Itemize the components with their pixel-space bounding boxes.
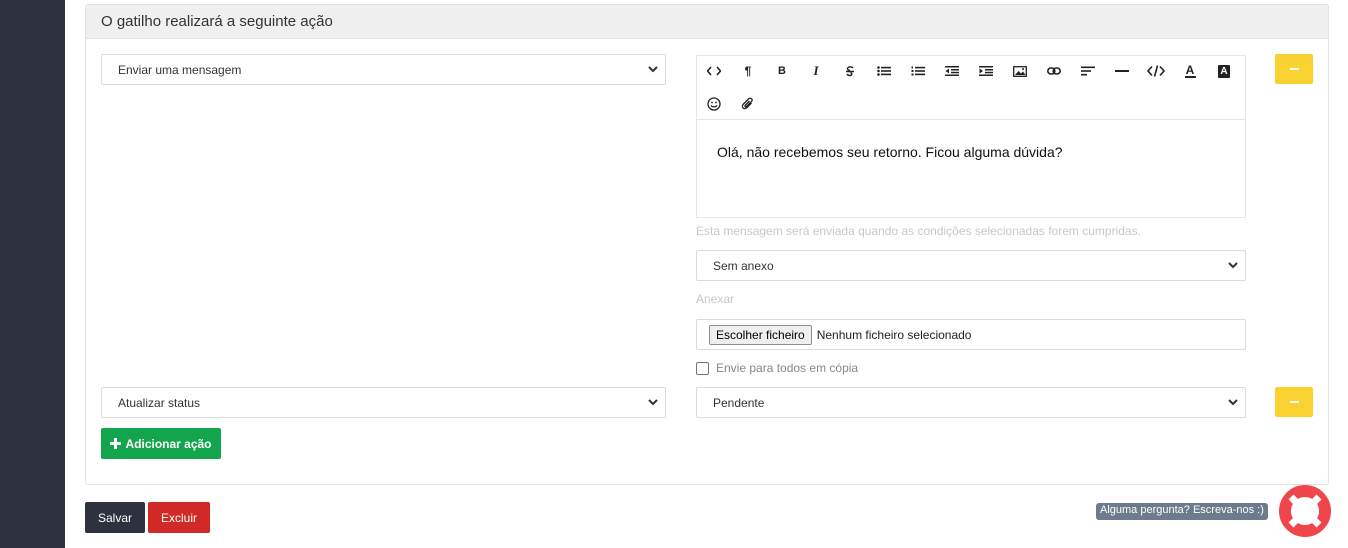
chevron-down-icon — [648, 399, 658, 406]
bold-icon[interactable]: B — [769, 59, 795, 83]
cc-label: Envie para todos em cópia — [716, 361, 859, 375]
image-icon[interactable] — [1007, 59, 1033, 83]
strikethrough-icon[interactable] — [837, 59, 863, 83]
action-type-select[interactable]: Atualizar status — [101, 387, 666, 418]
add-action-button[interactable]: Adicionar ação — [101, 428, 221, 459]
plus-icon — [110, 438, 122, 449]
sidebar — [0, 0, 65, 548]
add-action-label: Adicionar ação — [125, 436, 212, 451]
emoji-icon[interactable] — [701, 92, 727, 116]
paragraph-icon[interactable]: ¶ — [735, 59, 761, 83]
minus-icon — [1289, 401, 1299, 403]
link-icon[interactable] — [1041, 59, 1067, 83]
cc-checkbox[interactable] — [696, 361, 709, 375]
attachment-icon[interactable] — [735, 92, 761, 116]
file-status-text: Nenhum ficheiro selecionado — [816, 327, 972, 342]
trigger-action-card: O gatilho realizará a seguinte ação Envi… — [85, 4, 1329, 485]
status-select[interactable]: Pendente — [696, 387, 1246, 418]
code-view-icon[interactable] — [701, 59, 727, 83]
chevron-down-icon — [1228, 399, 1238, 406]
cc-checkbox-row: Envie para todos em cópia — [696, 361, 858, 375]
highlight-color-icon[interactable]: A — [1211, 59, 1237, 83]
font-color-glyph: A — [1185, 62, 1195, 77]
action-type-select[interactable]: Enviar uma mensagem — [101, 54, 666, 85]
italic-icon[interactable]: I — [803, 59, 829, 83]
attachment-select[interactable]: Sem anexo — [696, 250, 1246, 281]
file-input[interactable]: Escolher ficheiro Nenhum ficheiro seleci… — [696, 319, 1246, 350]
outdent-icon[interactable] — [939, 59, 965, 83]
align-icon[interactable] — [1075, 59, 1101, 83]
chevron-down-icon — [1228, 262, 1238, 269]
remove-action-button[interactable] — [1275, 54, 1313, 84]
horizontal-rule-icon[interactable] — [1109, 59, 1135, 83]
action-type-value: Atualizar status — [118, 396, 201, 410]
remove-action-button[interactable] — [1275, 387, 1313, 417]
ordered-list-icon[interactable] — [905, 59, 931, 83]
choose-file-button[interactable]: Escolher ficheiro — [709, 324, 812, 345]
editor-toolbar: ¶ B I A A — [696, 55, 1246, 121]
action-type-value: Enviar uma mensagem — [118, 63, 242, 77]
indent-icon[interactable] — [973, 59, 999, 83]
message-editor[interactable]: Olá, não recebemos seu retorno. Ficou al… — [696, 119, 1246, 218]
chevron-down-icon — [648, 66, 658, 73]
card-header-title: O gatilho realizará a seguinte ação — [86, 5, 1328, 39]
highlight-glyph: A — [1218, 64, 1230, 78]
status-select-value: Pendente — [713, 396, 765, 410]
code-icon[interactable] — [1143, 59, 1169, 83]
attachment-select-value: Sem anexo — [713, 259, 774, 273]
delete-button[interactable]: Excluir — [148, 502, 210, 533]
message-hint: Esta mensagem será enviada quando as con… — [696, 224, 1141, 238]
save-button[interactable]: Salvar — [85, 502, 145, 533]
help-bubble[interactable]: Alguma pergunta? Escreva-nos :) — [1096, 503, 1268, 520]
lifebuoy-icon[interactable] — [1279, 485, 1331, 537]
message-content: Olá, não recebemos seu retorno. Ficou al… — [717, 144, 1063, 160]
minus-icon — [1289, 68, 1299, 70]
attachment-label: Anexar — [696, 292, 735, 306]
unordered-list-icon[interactable] — [871, 59, 897, 83]
font-color-icon[interactable]: A — [1177, 59, 1203, 83]
font-color-underline — [1184, 75, 1196, 78]
